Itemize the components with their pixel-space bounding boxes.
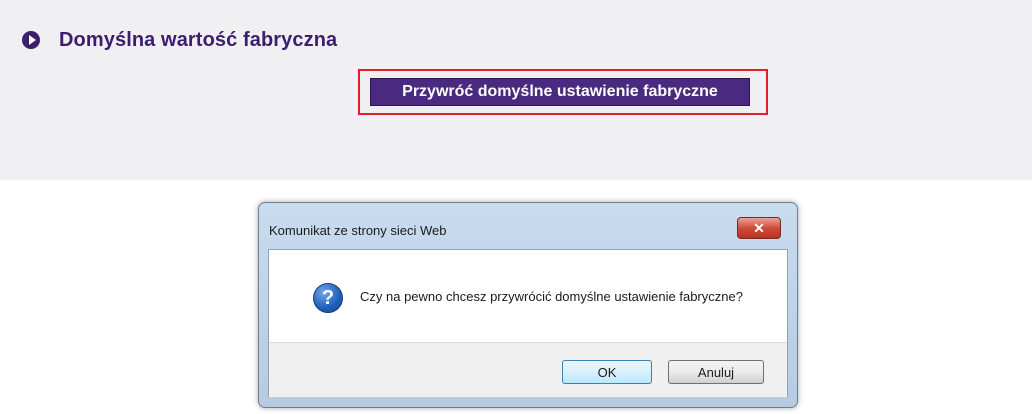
restore-factory-default-button[interactable]: Przywróć domyślne ustawienie fabryczne [370, 78, 750, 106]
section-header: Domyślna wartość fabryczna [22, 26, 337, 54]
confirm-dialog: Komunikat ze strony sieci Web ✕ ? Czy na… [258, 202, 798, 408]
question-icon: ? [313, 283, 343, 313]
close-icon[interactable]: ✕ [737, 217, 781, 239]
dialog-message: Czy na pewno chcesz przywrócić domyślne … [360, 289, 743, 304]
section-title: Domyślna wartość fabryczna [59, 28, 338, 51]
cancel-button[interactable]: Anuluj [668, 360, 764, 384]
dialog-title: Komunikat ze strony sieci Web [269, 223, 447, 238]
dialog-content: ? Czy na pewno chcesz przywrócić domyśln… [269, 250, 787, 342]
factory-default-panel: Domyślna wartość fabryczna Przywróć domy… [0, 0, 1032, 180]
dialog-footer: OK Anuluj [269, 342, 787, 397]
dialog-body: ? Czy na pewno chcesz przywrócić domyśln… [268, 249, 788, 397]
ok-button[interactable]: OK [562, 360, 652, 384]
section-bullet-icon [22, 31, 40, 49]
